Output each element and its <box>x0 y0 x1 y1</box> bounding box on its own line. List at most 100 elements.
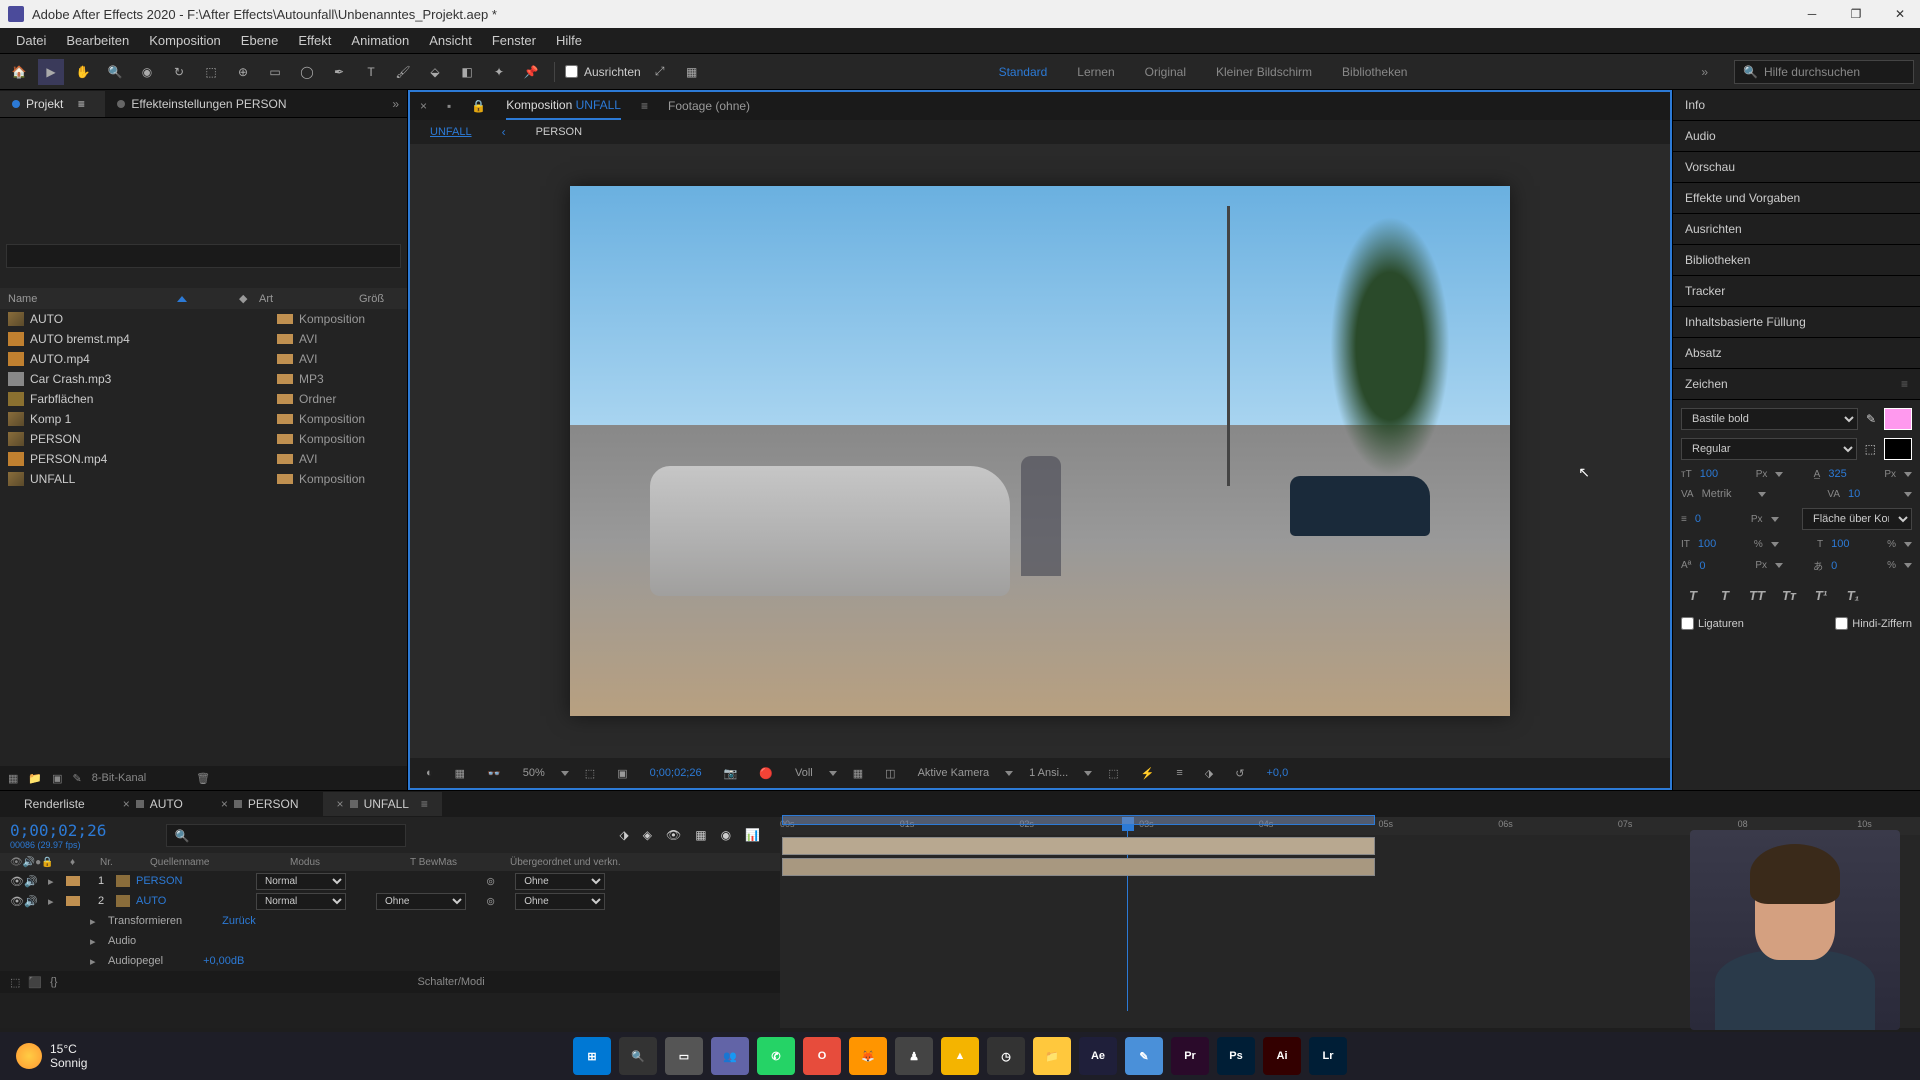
panel-header-info[interactable]: Info <box>1673 90 1920 121</box>
panel-header-ausrichten[interactable]: Ausrichten <box>1673 214 1920 245</box>
panel-header-bibliotheken[interactable]: Bibliotheken <box>1673 245 1920 276</box>
project-item[interactable]: AUTOKomposition <box>0 309 407 329</box>
panel-header-tracker[interactable]: Tracker <box>1673 276 1920 307</box>
orbit-tool-icon[interactable]: ◉ <box>134 59 160 85</box>
graph-editor-icon[interactable]: 📊 <box>745 828 760 842</box>
timeline-layer[interactable]: 👁🔊▸1PERSONNormal⊚Ohne <box>0 871 780 891</box>
menu-datei[interactable]: Datei <box>6 29 56 52</box>
taskbar-app[interactable]: 🦊 <box>849 1037 887 1075</box>
col-mode[interactable]: Modus <box>280 857 400 868</box>
timeline-property[interactable]: ▸ TransformierenZurück <box>0 911 780 931</box>
hindi-digits-checkbox[interactable]: Hindi-Ziffern <box>1835 617 1912 630</box>
panel-overflow-icon[interactable]: » <box>384 97 407 111</box>
ellipse-tool-icon[interactable]: ◯ <box>294 59 320 85</box>
hand-tool-icon[interactable]: ✋ <box>70 59 96 85</box>
new-folder-icon[interactable]: 📁 <box>28 772 42 785</box>
project-item[interactable]: FarbflächenOrdner <box>0 389 407 409</box>
composition-tab[interactable]: Komposition UNFALL <box>506 92 621 120</box>
timeline-search-input[interactable] <box>166 824 406 847</box>
layer-bar-auto[interactable] <box>782 858 1375 876</box>
taskbar-app[interactable]: ✎ <box>1125 1037 1163 1075</box>
taskbar-app[interactable]: ♟ <box>895 1037 933 1075</box>
taskbar-app[interactable]: 📁 <box>1033 1037 1071 1075</box>
zoom-dropdown[interactable]: 50% <box>517 765 551 781</box>
taskbar-app[interactable]: ▭ <box>665 1037 703 1075</box>
roi-icon[interactable]: ▣ <box>611 765 633 782</box>
taskbar-app[interactable]: ⊞ <box>573 1037 611 1075</box>
timeline-timecode[interactable]: 0;00;02;26 <box>10 821 106 840</box>
workspace-lernen[interactable]: Lernen <box>1077 65 1114 79</box>
subscript-button[interactable]: T₁ <box>1841 585 1865 605</box>
resolution-dropdown[interactable]: Voll <box>789 765 819 781</box>
menu-hilfe[interactable]: Hilfe <box>546 29 592 52</box>
superscript-button[interactable]: T¹ <box>1809 585 1833 605</box>
work-area-bar[interactable] <box>782 815 1375 825</box>
layer-bar-person[interactable] <box>782 837 1375 855</box>
font-style-dropdown[interactable]: Regular <box>1681 438 1857 460</box>
roto-tool-icon[interactable]: ✦ <box>486 59 512 85</box>
hscale-input[interactable]: 100 <box>1831 538 1879 550</box>
adjust-icon[interactable]: ✎ <box>73 772 82 785</box>
channel-icon[interactable]: ▦ <box>449 765 471 782</box>
leading-input[interactable]: 325 <box>1828 468 1876 480</box>
timeline-icon[interactable]: ≡ <box>1170 765 1188 781</box>
timeline-tab-unfall[interactable]: × UNFALL ≡ <box>323 792 442 816</box>
panel-header-effekte-und-vorgaben[interactable]: Effekte und Vorgaben <box>1673 183 1920 214</box>
workspace-standard[interactable]: Standard <box>999 65 1048 79</box>
menu-fenster[interactable]: Fenster <box>482 29 546 52</box>
camera-dropdown[interactable]: Aktive Kamera <box>912 765 996 781</box>
taskbar-app[interactable]: Ai <box>1263 1037 1301 1075</box>
breadcrumb-back-icon[interactable]: ‹ <box>502 125 506 139</box>
pixel-aspect-icon[interactable]: ⬚ <box>1102 765 1124 782</box>
switches-modes-button[interactable]: Schalter/Modi <box>417 976 484 988</box>
taskbar-app[interactable]: Ae <box>1079 1037 1117 1075</box>
viewport[interactable]: ↖ <box>410 144 1670 758</box>
faux-bold-button[interactable]: T <box>1681 585 1705 605</box>
toggle-switches-icon[interactable]: ⬚ <box>10 976 20 989</box>
menu-effekt[interactable]: Effekt <box>288 29 341 52</box>
col-size-label[interactable]: Größ <box>359 293 399 305</box>
panel-header-audio[interactable]: Audio <box>1673 121 1920 152</box>
home-icon[interactable]: 🏠 <box>6 59 32 85</box>
small-caps-button[interactable]: Tᴛ <box>1777 585 1801 605</box>
stroke-width-input[interactable]: 0 <box>1695 513 1743 525</box>
exposure-value[interactable]: +0,0 <box>1260 765 1294 781</box>
frame-blend-icon[interactable]: ▦ <box>695 828 706 842</box>
baseline-input[interactable]: 0 <box>1699 560 1747 572</box>
panel-tab-projekt[interactable]: Projekt ≡ <box>0 91 105 117</box>
stroke-color-swatch[interactable] <box>1884 438 1912 460</box>
trash-icon[interactable]: 🗑 <box>196 772 210 785</box>
rectangle-tool-icon[interactable]: ▭ <box>262 59 288 85</box>
tracking-input[interactable]: 10 <box>1848 488 1896 500</box>
workspace-kleiner-bildschirm[interactable]: Kleiner Bildschirm <box>1216 65 1312 79</box>
project-item[interactable]: PERSONKomposition <box>0 429 407 449</box>
close-button[interactable]: ✕ <box>1888 2 1912 26</box>
timeline-layer[interactable]: 👁🔊▸2AUTONormalOhne⊚Ohne <box>0 891 780 911</box>
project-item[interactable]: Car Crash.mp3MP3 <box>0 369 407 389</box>
timeline-tab-person[interactable]: × PERSON <box>207 792 313 816</box>
viewer-lock-icon[interactable]: 🔒 <box>471 99 486 113</box>
panel-tab-effekteinstellungen-person[interactable]: Effekteinstellungen PERSON <box>105 91 298 117</box>
col-source-name[interactable]: Quellenname <box>140 857 280 868</box>
current-time[interactable]: 0;00;02;26 <box>644 765 708 781</box>
fill-color-swatch[interactable] <box>1884 408 1912 430</box>
brush-tool-icon[interactable]: 🖌 <box>390 59 416 85</box>
col-type-label[interactable]: Art <box>259 293 359 305</box>
toggle-in-out-icon[interactable]: {} <box>50 976 57 988</box>
eyedropper-icon[interactable]: ✎ <box>1866 412 1876 426</box>
taskbar-app[interactable]: 🔍 <box>619 1037 657 1075</box>
clone-tool-icon[interactable]: ⬙ <box>422 59 448 85</box>
project-item[interactable]: PERSON.mp4AVI <box>0 449 407 469</box>
vscale-input[interactable]: 100 <box>1698 538 1746 550</box>
workspace-overflow-icon[interactable]: » <box>1701 65 1708 79</box>
taskbar-app[interactable]: ✆ <box>757 1037 795 1075</box>
menu-animation[interactable]: Animation <box>341 29 419 52</box>
reset-exposure-icon[interactable]: ↺ <box>1229 765 1250 782</box>
taskbar-app[interactable]: 👥 <box>711 1037 749 1075</box>
menu-bearbeiten[interactable]: Bearbeiten <box>56 29 139 52</box>
project-item[interactable]: Komp 1Komposition <box>0 409 407 429</box>
stroke-swap-icon[interactable]: ⬚ <box>1865 442 1876 456</box>
camera-tool-icon[interactable]: ⬚ <box>198 59 224 85</box>
timeline-tab-renderliste[interactable]: Renderliste <box>10 792 99 816</box>
bit-depth-button[interactable]: 8-Bit-Kanal <box>92 772 146 784</box>
